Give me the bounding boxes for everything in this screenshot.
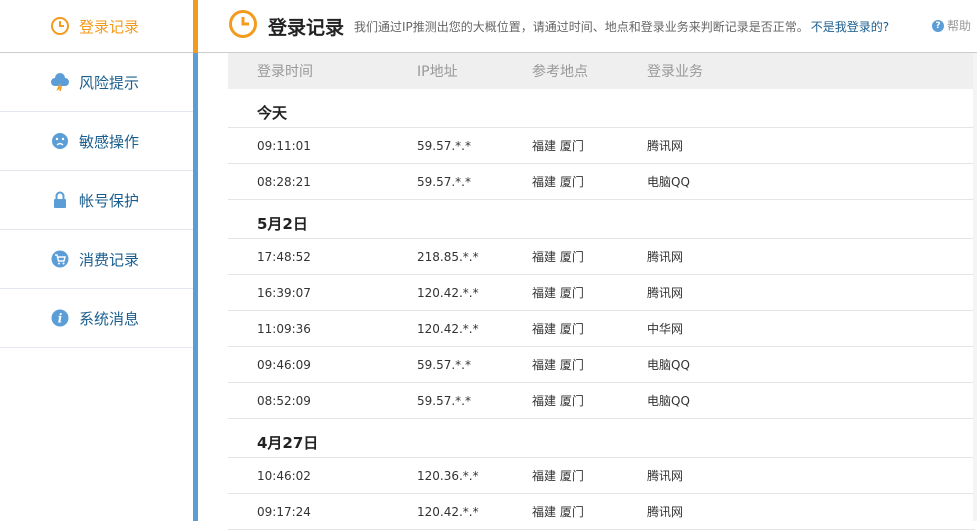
login-time: 11:09:36 [257, 321, 311, 336]
login-time: 09:17:24 [257, 504, 311, 519]
column-header-time: 登录时间 [257, 64, 313, 80]
not-me-link[interactable]: 不是我登录的? [811, 18, 889, 35]
login-time: 09:11:01 [257, 138, 311, 153]
table-row: 11:09:36 120.42.*.* 福建 厦门 中华网 [228, 311, 975, 347]
help-icon: ? [931, 19, 944, 32]
location: 福建 厦门 [532, 175, 584, 189]
ip-address: 120.36.*.* [417, 468, 479, 483]
sidebar-item-label: 系统消息 [79, 309, 140, 328]
login-time: 17:48:52 [257, 249, 311, 264]
sidebar-item-login-records[interactable]: 登录记录 [0, 0, 193, 53]
table-row: 09:46:09 59.57.*.* 福建 厦门 电脑QQ [228, 347, 975, 383]
date-group-title: 今天 [228, 89, 975, 128]
page-title: 登录记录 [268, 16, 345, 39]
column-header-service: 登录业务 [647, 64, 703, 80]
sidebar-item-sensitive-ops[interactable]: 敏感操作 [0, 112, 193, 171]
page-header: 登录记录 我们通过IP推测出您的大概位置，请通过时间、地点和登录业务来判断记录是… [198, 0, 977, 53]
table-header: 登录时间 IP地址 参考地点 登录业务 [228, 53, 975, 89]
table-row: 10:46:02 120.36.*.* 福建 厦门 腾讯网 [228, 458, 975, 494]
sidebar-item-account-protection[interactable]: 帐号保护 [0, 171, 193, 230]
ip-address: 120.42.*.* [417, 504, 479, 519]
table-row: 09:11:01 59.57.*.* 福建 厦门 腾讯网 [228, 128, 975, 164]
sidebar-divider [193, 0, 198, 521]
clock-icon [228, 9, 258, 43]
sidebar-item-label: 敏感操作 [79, 132, 140, 151]
table-row: 16:39:07 120.42.*.* 福建 厦门 腾讯网 [228, 275, 975, 311]
table-row: 17:48:52 218.85.*.* 福建 厦门 腾讯网 [228, 239, 975, 275]
ip-address: 218.85.*.* [417, 249, 479, 264]
help-link[interactable]: ? 帮助 [931, 17, 971, 34]
lock-icon [50, 190, 70, 210]
sidebar-item-label: 登录记录 [79, 17, 140, 36]
cart-icon [50, 249, 70, 269]
column-header-ip: IP地址 [417, 64, 458, 80]
login-time: 08:52:09 [257, 393, 311, 408]
sidebar-item-risk-alerts[interactable]: 风险提示 [0, 53, 193, 112]
ip-address: 120.42.*.* [417, 321, 479, 336]
help-label: 帮助 [946, 19, 971, 33]
service: 腾讯网 [647, 469, 684, 483]
service: 电脑QQ [647, 175, 690, 189]
sidebar-item-label: 消费记录 [79, 250, 140, 269]
service: 电脑QQ [647, 358, 690, 372]
location: 福建 厦门 [532, 139, 584, 153]
location: 福建 厦门 [532, 286, 584, 300]
clock-icon [50, 16, 70, 36]
date-group-title: 4月27日 [228, 419, 975, 458]
page-description: 我们通过IP推测出您的大概位置，请通过时间、地点和登录业务来判断记录是否正常。 [354, 19, 809, 34]
service: 腾讯网 [647, 286, 684, 300]
ip-address: 59.57.*.* [417, 357, 471, 372]
table-row: 08:52:09 59.57.*.* 福建 厦门 电脑QQ [228, 383, 975, 419]
table-row: 09:17:24 120.42.*.* 福建 厦门 腾讯网 [228, 494, 975, 530]
location: 福建 厦门 [532, 505, 584, 519]
sidebar-item-system-messages[interactable]: i 系统消息 [0, 289, 193, 348]
service: 中华网 [647, 322, 684, 336]
login-time: 09:46:09 [257, 357, 311, 372]
login-records-table: 登录时间 IP地址 参考地点 登录业务 今天 09:11:01 59.57.*.… [228, 53, 975, 530]
location: 福建 厦门 [532, 358, 584, 372]
sidebar-item-label: 风险提示 [79, 73, 140, 92]
service: 腾讯网 [647, 250, 684, 264]
location: 福建 厦门 [532, 322, 584, 336]
location: 福建 厦门 [532, 250, 584, 264]
sidebar-item-spending-records[interactable]: 消费记录 [0, 230, 193, 289]
service: 腾讯网 [647, 139, 684, 153]
location: 福建 厦门 [532, 469, 584, 483]
location: 福建 厦门 [532, 394, 584, 408]
sidebar-item-label: 帐号保护 [79, 191, 140, 210]
ip-address: 59.57.*.* [417, 393, 471, 408]
face-icon [50, 131, 70, 151]
sidebar: 登录记录 风险提示 敏感操作 帐号保护 消费记录 i 系统消息 [0, 0, 193, 521]
ip-address: 120.42.*.* [417, 285, 479, 300]
login-time: 16:39:07 [257, 285, 311, 300]
ip-address: 59.57.*.* [417, 138, 471, 153]
service: 电脑QQ [647, 394, 690, 408]
column-header-location: 参考地点 [532, 64, 588, 80]
date-group-title: 5月2日 [228, 200, 975, 239]
svg-text:i: i [58, 312, 63, 326]
login-time: 08:28:21 [257, 174, 311, 189]
info-icon: i [50, 308, 70, 328]
service: 腾讯网 [647, 505, 684, 519]
cloud-alert-icon [50, 72, 70, 92]
table-row: 08:28:21 59.57.*.* 福建 厦门 电脑QQ [228, 164, 975, 200]
ip-address: 59.57.*.* [417, 174, 471, 189]
login-time: 10:46:02 [257, 468, 311, 483]
scrollbar[interactable] [973, 53, 977, 521]
